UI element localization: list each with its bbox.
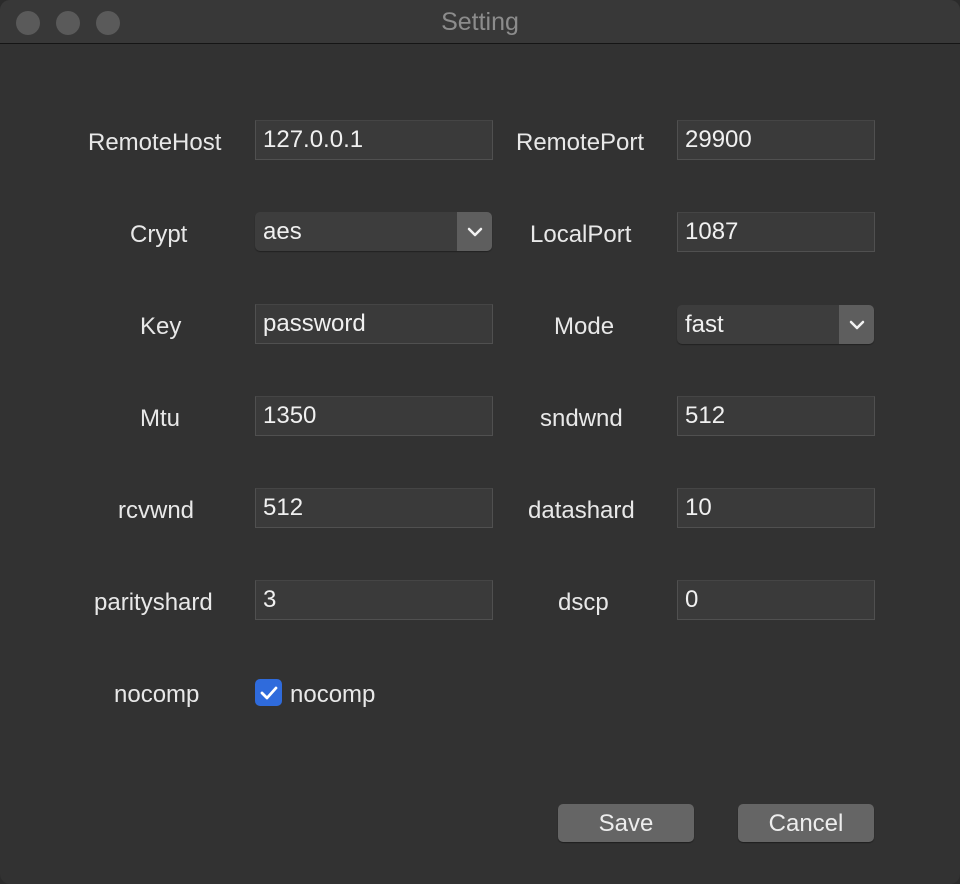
key-input[interactable]: password (255, 304, 493, 344)
nocomp-checkbox[interactable] (255, 679, 282, 706)
nocomp-label: nocomp (114, 681, 200, 708)
local-port-label: LocalPort (530, 221, 632, 248)
local-port-input[interactable]: 1087 (677, 212, 875, 252)
chevron-down-icon (457, 212, 492, 251)
parityshard-input[interactable]: 3 (255, 580, 493, 620)
datashard-label: datashard (528, 497, 635, 524)
rcvwnd-label: rcvwnd (118, 497, 195, 524)
crypt-select[interactable]: aes (255, 212, 492, 251)
mtu-label: Mtu (140, 405, 181, 432)
window-title: Setting (441, 8, 519, 36)
sndwnd-label: sndwnd (540, 405, 623, 432)
crypt-label: Crypt (130, 221, 188, 248)
parityshard-label: parityshard (94, 589, 213, 616)
cancel-button[interactable]: Cancel (738, 804, 874, 842)
title-bar: Setting (0, 0, 960, 44)
mtu-input[interactable]: 1350 (255, 396, 493, 436)
remote-host-input[interactable]: 127.0.0.1 (255, 120, 493, 160)
rcvwnd-input[interactable]: 512 (255, 488, 493, 528)
settings-window: Setting RemoteHost 127.0.0.1 RemotePort … (0, 0, 960, 884)
crypt-select-value: aes (263, 218, 302, 245)
mode-select[interactable]: fast (677, 305, 874, 344)
mode-select-value: fast (685, 311, 724, 338)
chevron-down-icon (839, 305, 874, 344)
remote-port-label: RemotePort (516, 129, 645, 156)
checkmark-icon (260, 686, 277, 699)
dscp-input[interactable]: 0 (677, 580, 875, 620)
datashard-input[interactable]: 10 (677, 488, 875, 528)
dscp-label: dscp (558, 589, 609, 616)
sndwnd-input[interactable]: 512 (677, 396, 875, 436)
key-label: Key (140, 313, 182, 340)
save-button[interactable]: Save (558, 804, 694, 842)
nocomp-checkbox-label[interactable]: nocomp (290, 680, 375, 710)
remote-port-input[interactable]: 29900 (677, 120, 875, 160)
remote-host-label: RemoteHost (88, 129, 222, 156)
mode-label: Mode (554, 313, 615, 340)
